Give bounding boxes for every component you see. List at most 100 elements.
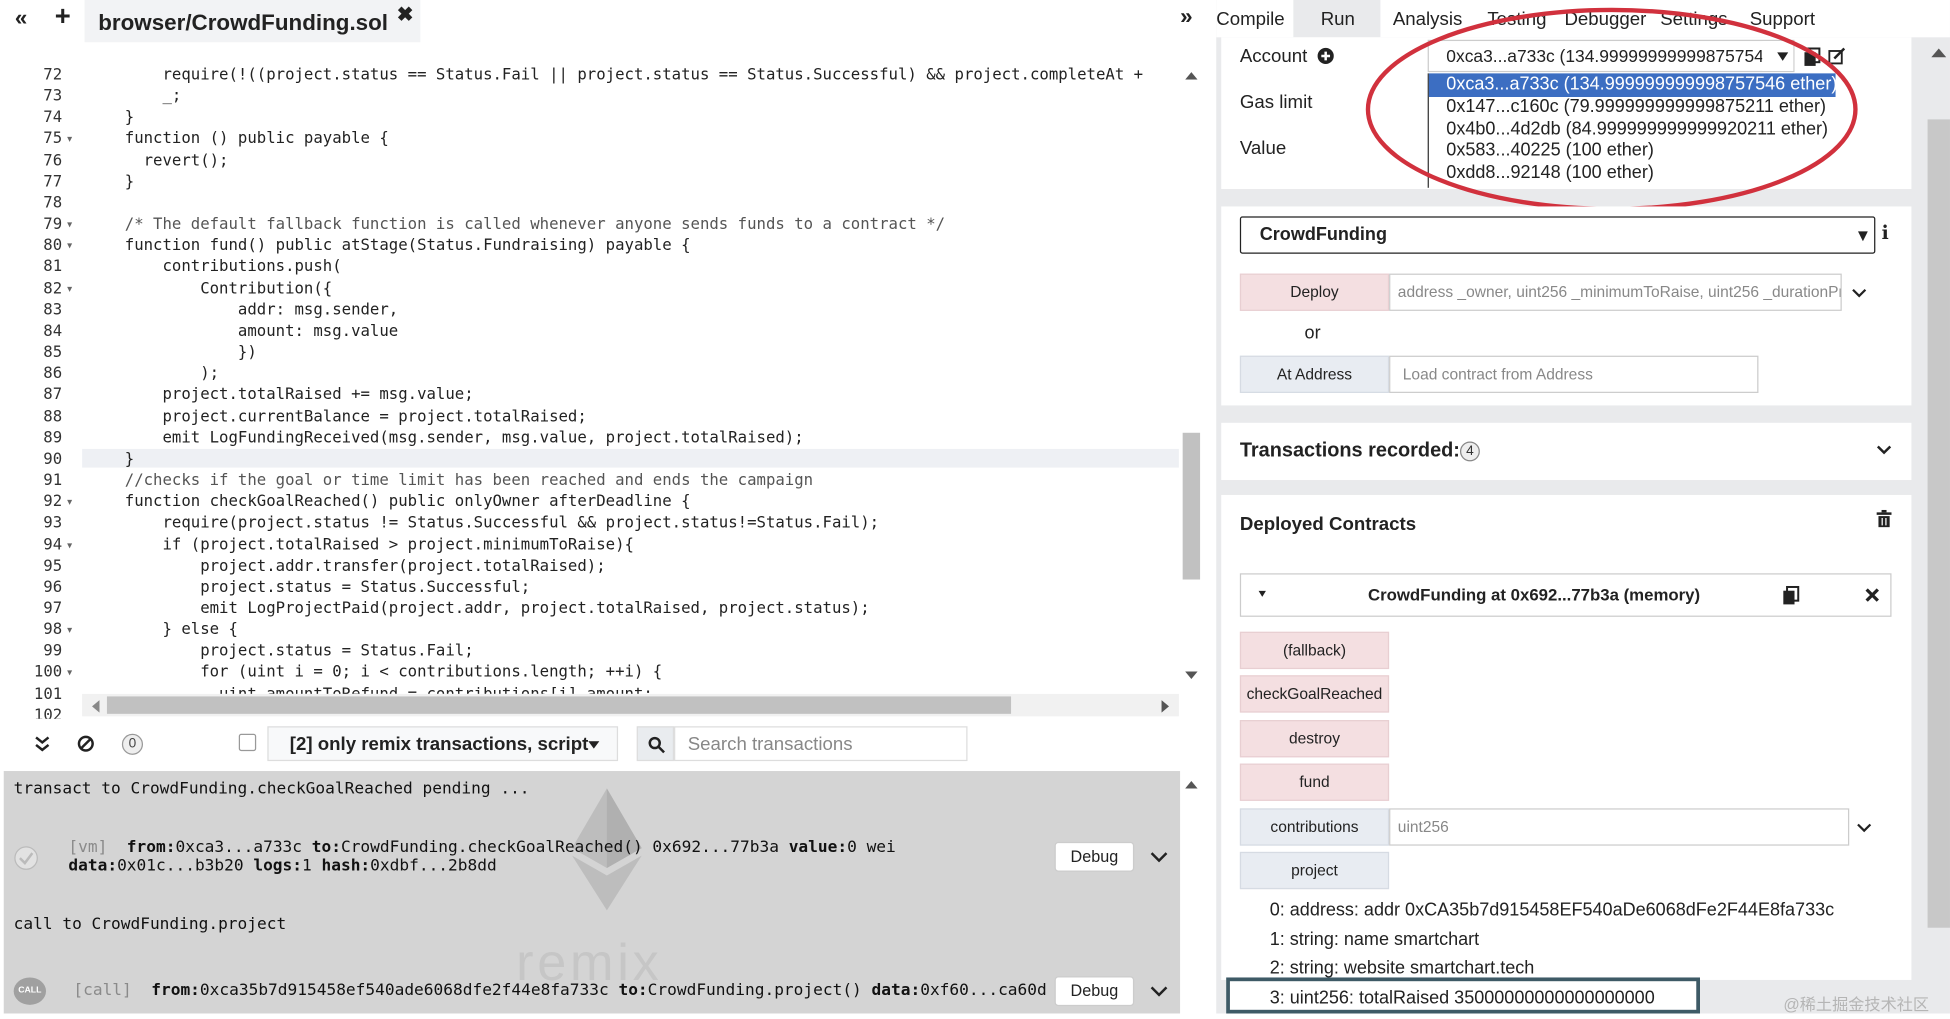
code-line[interactable]: require(project.status != Status.Success… <box>82 513 879 532</box>
close-instance-icon[interactable] <box>1865 588 1879 602</box>
debug-button[interactable]: Debug <box>1054 841 1135 872</box>
tx-filter-select[interactable]: [2] only remix transactions, script <box>267 726 619 762</box>
toggle-terminal-icon[interactable] <box>35 735 50 752</box>
tab-compile[interactable]: Compile <box>1216 9 1284 30</box>
code-line[interactable]: ); <box>82 363 219 382</box>
code-line[interactable]: amount: msg.value <box>82 321 398 340</box>
trash-icon[interactable] <box>1876 509 1892 528</box>
copy-instance-icon[interactable] <box>1782 585 1800 606</box>
fund-button[interactable]: fund <box>1239 763 1390 801</box>
line-number: 94 <box>43 534 63 553</box>
search-button[interactable] <box>636 726 675 762</box>
clear-console-icon[interactable] <box>77 735 94 752</box>
tx-log-line-1[interactable]: [vm] from:0xca3...a733c to:CrowdFunding.… <box>68 838 895 857</box>
fold-arrow-icon[interactable]: ▾ <box>67 496 72 507</box>
line-number: 81 <box>43 256 63 276</box>
destroy-button[interactable]: destroy <box>1239 720 1390 758</box>
debug-button-call[interactable]: Debug <box>1054 976 1135 1007</box>
fold-arrow-icon[interactable]: ▾ <box>67 134 72 145</box>
load-address-input[interactable]: Load contract from Address <box>1389 355 1759 393</box>
terminal-vscroll[interactable] <box>1180 771 1204 1014</box>
code-line[interactable]: } <box>82 107 134 126</box>
scroll-down-icon[interactable] <box>1185 671 1198 682</box>
expand-panel-icon[interactable]: » <box>1180 4 1192 30</box>
line-number: 91 <box>43 470 63 489</box>
fold-arrow-icon[interactable]: ▾ <box>67 624 72 635</box>
scroll-up-icon[interactable] <box>1185 70 1198 80</box>
code-line[interactable]: project.status = Status.Successful; <box>82 577 530 596</box>
code-line[interactable]: } <box>82 171 134 190</box>
code-line[interactable]: //checks if the goal or time limit has b… <box>82 470 813 489</box>
code-line[interactable]: emit LogFundingReceived(msg.sender, msg.… <box>82 427 804 446</box>
file-tab[interactable]: browser/CrowdFunding.sol ✖ <box>84 0 421 43</box>
panel-scroll-thumb[interactable] <box>1927 119 1950 928</box>
search-transactions-input[interactable]: Search transactions <box>674 726 968 762</box>
code-line[interactable]: function checkGoalReached() public onlyO… <box>82 491 691 510</box>
expand-call-icon[interactable] <box>1150 986 1168 997</box>
expand-contributions-icon[interactable] <box>1857 823 1872 833</box>
panel-scroll-up-icon[interactable] <box>1931 45 1947 62</box>
scroll-right-icon[interactable] <box>1161 700 1172 713</box>
expand-recorded-icon[interactable] <box>1876 445 1892 455</box>
code-line[interactable]: project.currentBalance = project.totalRa… <box>82 406 586 425</box>
code-line[interactable]: project.totalRaised += msg.value; <box>82 385 473 404</box>
tx-recorded-count: 4 <box>1459 441 1480 462</box>
code-line[interactable]: project.addr.transfer(project.totalRaise… <box>82 555 606 574</box>
line-number: 79 <box>43 214 63 233</box>
listen-network-checkbox[interactable] <box>238 733 257 752</box>
code-editor[interactable]: 72 73 74 75 ▾ 76 77 78 79 ▾ 80 ▾ 81 82 ▾ 83 84 85 86 87 88 89… <box>0 57 1204 724</box>
fold-arrow-icon[interactable]: ▾ <box>67 539 72 550</box>
fold-arrow-icon[interactable]: ▾ <box>67 240 72 251</box>
code-line[interactable]: Contribution({ <box>82 278 332 297</box>
contract-select[interactable]: CrowdFunding <box>1239 216 1876 254</box>
code-line[interactable]: contributions.push( <box>82 257 341 276</box>
tab-run[interactable]: Run <box>1321 9 1355 30</box>
project-button[interactable]: project <box>1239 851 1390 890</box>
editor-vscroll-thumb[interactable] <box>1182 432 1201 580</box>
code-line[interactable]: emit LogProjectPaid(project.addr, projec… <box>82 598 870 617</box>
expand-log-icon[interactable] <box>1150 852 1168 863</box>
line-number: 97 <box>43 598 63 617</box>
contributions-button[interactable]: contributions <box>1239 808 1390 846</box>
code-line[interactable]: uint amountToRefund = contributions[i].a… <box>82 684 653 694</box>
expand-deploy-icon[interactable] <box>1852 288 1867 299</box>
code-line[interactable]: if (project.totalRaised > project.minimu… <box>82 534 634 553</box>
fold-arrow-icon[interactable]: ▾ <box>67 219 72 230</box>
tx-log-line-2[interactable]: data:0x01c...b3b20 logs:1 hash:0xdbf...2… <box>68 857 496 876</box>
scroll-left-icon[interactable] <box>90 700 100 713</box>
call-log-line[interactable]: [call] from:0xca35b7d915458ef540ade6068d… <box>73 981 1046 1000</box>
collapse-left-icon[interactable]: « <box>15 5 27 31</box>
code-line[interactable]: _; <box>82 86 181 105</box>
fold-arrow-icon[interactable]: ▾ <box>67 283 72 294</box>
code-line[interactable]: addr: msg.sender, <box>82 299 398 318</box>
code-line[interactable]: require(!((project.status == Status.Fail… <box>82 65 1143 84</box>
add-account-icon[interactable] <box>1317 47 1334 65</box>
code-area[interactable]: require(!((project.status == Status.Fail… <box>82 57 1179 694</box>
editor-vscroll[interactable] <box>1180 57 1204 694</box>
code-line[interactable]: project.status = Status.Fail; <box>82 641 473 660</box>
close-tab-icon[interactable]: ✖ <box>397 2 414 27</box>
contract-instance-header[interactable]: CrowdFunding at 0x692...77b3a (memory) <box>1239 573 1892 617</box>
deploy-button[interactable]: Deploy <box>1239 273 1390 311</box>
check-goal-reached-button[interactable]: checkGoalReached <box>1239 675 1390 713</box>
code-line[interactable]: } <box>82 448 1179 468</box>
code-line[interactable]: function () public payable { <box>82 129 389 148</box>
fold-arrow-icon[interactable]: ▾ <box>67 667 72 678</box>
contributions-input[interactable]: uint256 <box>1389 808 1850 846</box>
instance-caret-icon[interactable] <box>1258 590 1266 597</box>
vm-tag: [vm] <box>68 838 108 857</box>
code-line[interactable]: revert(); <box>82 150 229 169</box>
code-line[interactable]: }) <box>82 342 257 361</box>
transactions-recorded-card[interactable]: Transactions recorded: 4 <box>1221 422 1912 481</box>
fallback-button[interactable]: (fallback) <box>1239 631 1390 670</box>
terminal-scroll-up-icon[interactable] <box>1185 778 1198 789</box>
code-line[interactable]: function fund() public atStage(Status.Fu… <box>82 235 691 254</box>
editor-hscroll-thumb[interactable] <box>106 696 1012 714</box>
at-address-button[interactable]: At Address <box>1239 355 1390 393</box>
info-icon[interactable]: i <box>1882 221 1889 243</box>
add-file-icon[interactable]: + <box>55 0 71 32</box>
code-line[interactable]: for (uint i = 0; i < contributions.lengt… <box>82 662 662 681</box>
code-line[interactable]: } else { <box>82 620 238 639</box>
code-line[interactable]: /* The default fallback function is call… <box>82 214 945 233</box>
deploy-params-input[interactable]: address _owner, uint256 _minimumToRaise,… <box>1389 273 1842 311</box>
